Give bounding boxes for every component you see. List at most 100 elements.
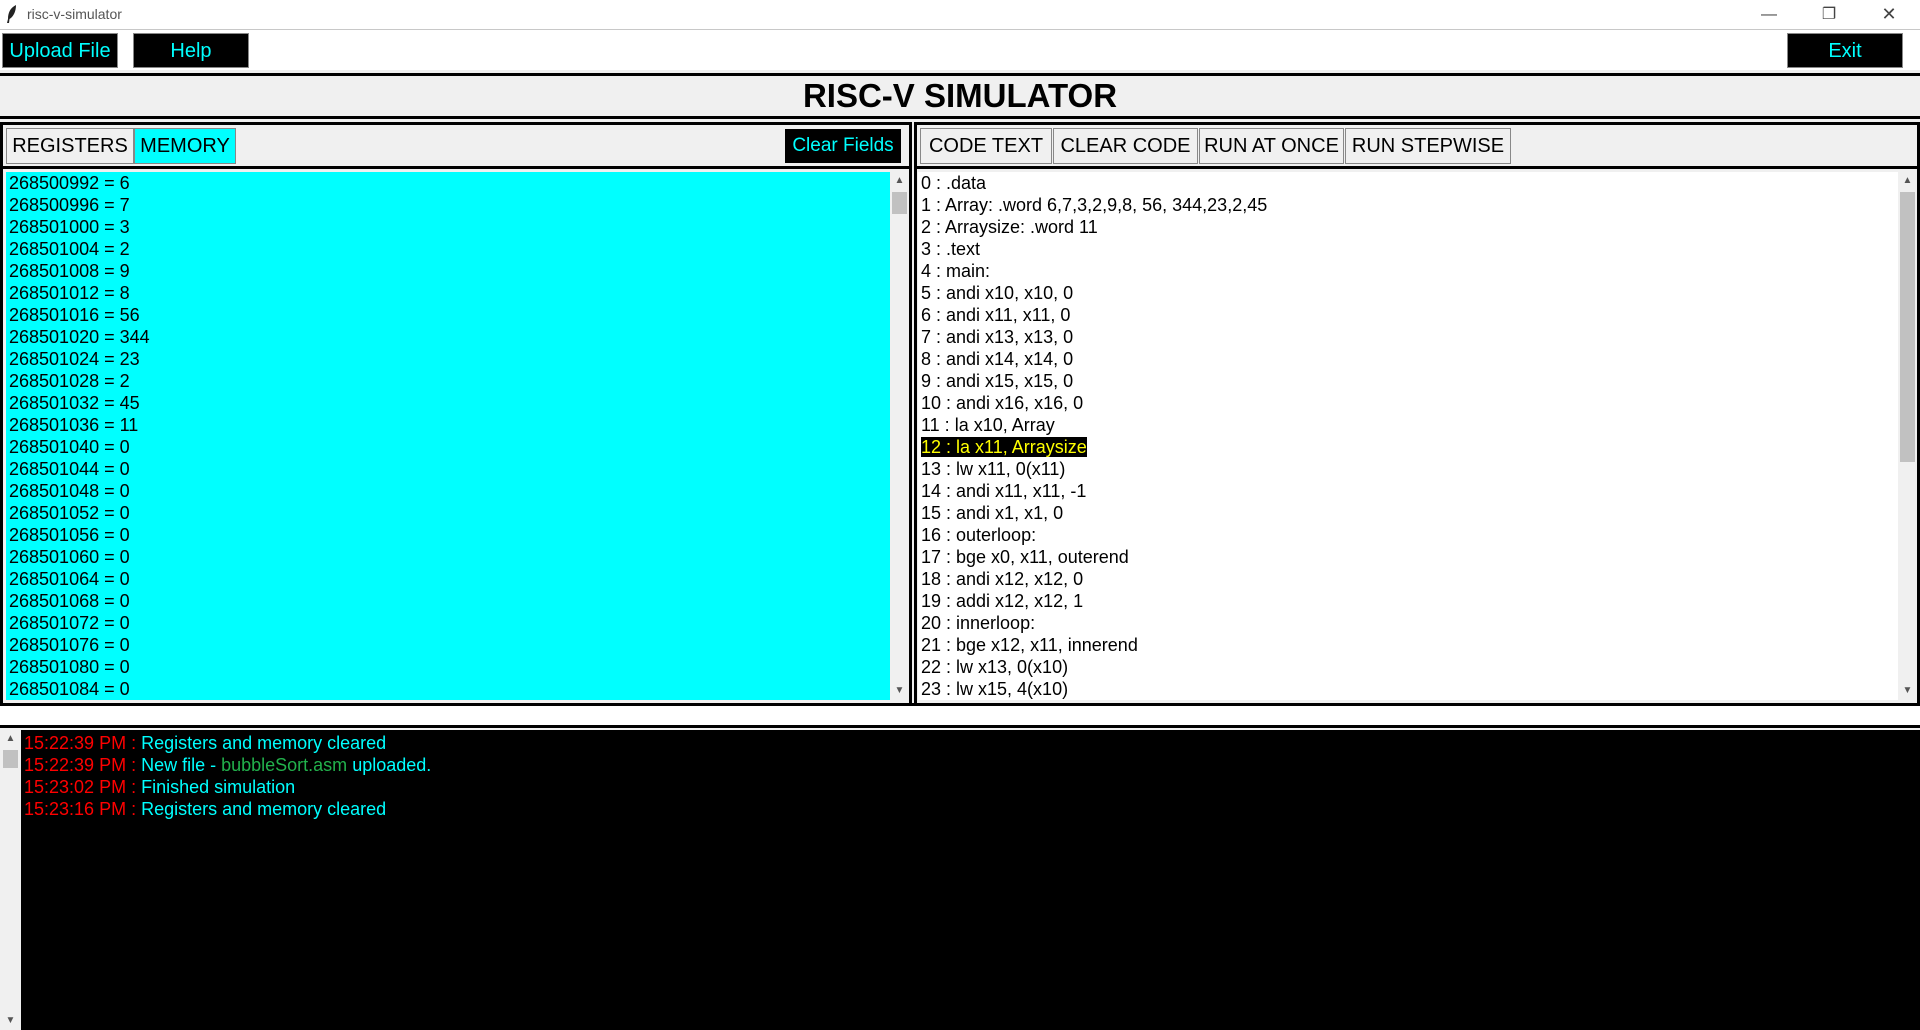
code-line: 23 : lw x15, 4(x10) <box>921 679 1069 699</box>
code-line: 13 : lw x11, 0(x11) <box>921 459 1066 479</box>
memory-row: 268501072 = 0 <box>9 613 130 633</box>
feather-icon <box>7 5 16 23</box>
memory-row: 268500992 = 6 <box>9 173 130 193</box>
code-line: 21 : bge x12, x11, innerend <box>921 635 1138 655</box>
memory-row: 268501048 = 0 <box>9 481 130 501</box>
memory-scrollbar[interactable]: ▲ ▼ <box>890 172 909 700</box>
exit-button[interactable]: Exit <box>1787 33 1903 68</box>
memory-row: 268501024 = 23 <box>9 349 140 369</box>
window-titlebar: risc-v-simulator — ❐ ✕ <box>0 0 1920 30</box>
memory-row: 268501028 = 2 <box>9 371 130 391</box>
left-tabstrip: REGISTERS MEMORY Clear Fields <box>3 125 909 169</box>
run-at-once-button[interactable]: RUN AT ONCE <box>1199 128 1344 164</box>
top-toolbar: Upload File Help Exit <box>0 30 1920 70</box>
code-line: 7 : andi x13, x13, 0 <box>921 327 1074 347</box>
close-button[interactable]: ✕ <box>1866 0 1912 29</box>
arrow-down-icon[interactable]: ▼ <box>0 1012 21 1030</box>
tab-registers[interactable]: REGISTERS <box>6 128 134 164</box>
console-line: 15:22:39 PM : New file - bubbleSort.asm … <box>24 754 431 776</box>
code-line: 16 : outerloop: <box>921 525 1037 545</box>
code-line: 9 : andi x15, x15, 0 <box>921 371 1074 391</box>
memory-row: 268501056 = 0 <box>9 525 130 545</box>
code-text-button[interactable]: CODE TEXT <box>920 128 1052 164</box>
code-line: 6 : andi x11, x11, 0 <box>921 305 1071 325</box>
code-line: 3 : .text <box>921 239 981 259</box>
code-line: 8 : andi x14, x14, 0 <box>921 349 1074 369</box>
status-strip <box>0 706 1920 728</box>
tab-memory[interactable]: MEMORY <box>134 128 236 164</box>
memory-row: 268501084 = 0 <box>9 679 130 699</box>
console-log: ▲ ▼ 15:22:39 PM : Registers and memory c… <box>0 730 1920 1030</box>
upload-file-button[interactable]: Upload File <box>2 33 118 68</box>
code-line: 10 : andi x16, x16, 0 <box>921 393 1084 413</box>
code-view[interactable]: 0 : .data 1 : Array: .word 6,7,3,2,9,8, 5… <box>918 172 1898 700</box>
scroll-thumb[interactable] <box>1900 192 1915 462</box>
code-line: 11 : la x10, Array <box>921 415 1055 435</box>
memory-row: 268501012 = 8 <box>9 283 130 303</box>
memory-row: 268501052 = 0 <box>9 503 130 523</box>
code-line: 0 : .data <box>921 173 987 193</box>
run-stepwise-button[interactable]: RUN STEPWISE <box>1345 128 1511 164</box>
memory-row: 268501044 = 0 <box>9 459 130 479</box>
memory-row: 268501032 = 45 <box>9 393 140 413</box>
code-line: 22 : lw x13, 0(x10) <box>921 657 1069 677</box>
memory-row: 268501008 = 9 <box>9 261 130 281</box>
arrow-down-icon[interactable]: ▼ <box>1898 682 1917 700</box>
log-timestamp: 15:23:02 PM : <box>24 777 137 797</box>
clear-fields-button[interactable]: Clear Fields <box>785 129 901 163</box>
memory-panel: REGISTERS MEMORY Clear Fields 268500992 … <box>0 122 912 706</box>
code-line: 17 : bge x0, x11, outerend <box>921 547 1129 567</box>
code-panel: CODE TEXT CLEAR CODE RUN AT ONCE RUN STE… <box>914 122 1920 706</box>
console-lines: 15:22:39 PM : Registers and memory clear… <box>24 732 431 820</box>
log-filename: bubbleSort.asm <box>221 755 348 775</box>
help-button[interactable]: Help <box>133 33 249 68</box>
right-tabstrip: CODE TEXT CLEAR CODE RUN AT ONCE RUN STE… <box>917 125 1917 169</box>
console-scrollbar[interactable]: ▲ ▼ <box>0 730 21 1030</box>
code-line: 5 : andi x10, x10, 0 <box>921 283 1074 303</box>
log-message: uploaded. <box>347 755 432 775</box>
code-line: 12 : la x11, Arraysize <box>918 436 1898 458</box>
log-timestamp: 15:22:39 PM : <box>24 755 137 775</box>
code-line: 2 : Arraysize: .word 11 <box>921 217 1098 237</box>
code-line: 15 : andi x1, x1, 0 <box>921 503 1064 523</box>
code-line: 20 : innerloop: <box>921 613 1036 633</box>
arrow-up-icon[interactable]: ▲ <box>0 730 21 748</box>
memory-row: 268501068 = 0 <box>9 591 130 611</box>
page-title: RISC-V SIMULATOR <box>0 73 1920 119</box>
code-list: 0 : .data 1 : Array: .word 6,7,3,2,9,8, 5… <box>918 172 1898 700</box>
code-line: 4 : main: <box>921 261 991 281</box>
memory-row: 268501064 = 0 <box>9 569 130 589</box>
log-message: Finished simulation <box>141 777 296 797</box>
code-line: 1 : Array: .word 6,7,3,2,9,8, 56, 344,23… <box>921 195 1268 215</box>
memory-row: 268501080 = 0 <box>9 657 130 677</box>
memory-row: 268501016 = 56 <box>9 305 140 325</box>
memory-row: 268501060 = 0 <box>9 547 130 567</box>
code-scrollbar[interactable]: ▲ ▼ <box>1898 172 1917 700</box>
memory-row: 268501004 = 2 <box>9 239 130 259</box>
arrow-up-icon[interactable]: ▲ <box>890 172 909 190</box>
log-timestamp: 15:23:16 PM : <box>24 799 137 819</box>
code-line: 19 : addi x12, x12, 1 <box>921 591 1084 611</box>
memory-list: 268500992 = 6 268500996 = 7 268501000 = 32… <box>6 172 890 700</box>
clear-code-button[interactable]: CLEAR CODE <box>1053 128 1198 164</box>
code-line: 14 : andi x11, x11, -1 <box>921 481 1087 501</box>
memory-row: 268501040 = 0 <box>9 437 130 457</box>
log-message: Registers and memory cleared <box>141 733 387 753</box>
memory-view[interactable]: 268500992 = 6 268500996 = 7 268501000 = 32… <box>6 172 890 700</box>
log-timestamp: 15:22:39 PM : <box>24 733 137 753</box>
window-title: risc-v-simulator <box>27 6 122 22</box>
memory-row: 268501036 = 11 <box>9 415 139 435</box>
maximize-button[interactable]: ❐ <box>1806 0 1852 29</box>
arrow-down-icon[interactable]: ▼ <box>890 682 909 700</box>
log-message: Registers and memory cleared <box>141 799 387 819</box>
memory-row: 268500996 = 7 <box>9 195 130 215</box>
console-line: 15:22:39 PM : Registers and memory clear… <box>24 732 431 754</box>
code-line: 18 : andi x12, x12, 0 <box>921 569 1084 589</box>
minimize-button[interactable]: — <box>1746 0 1792 29</box>
current-line-highlight: 12 : la x11, Arraysize <box>921 437 1087 457</box>
console-line: 15:23:02 PM : Finished simulation <box>24 776 431 798</box>
arrow-up-icon[interactable]: ▲ <box>1898 172 1917 190</box>
scroll-thumb[interactable] <box>892 192 907 214</box>
memory-row: 268501076 = 0 <box>9 635 130 655</box>
scroll-thumb[interactable] <box>3 750 18 768</box>
